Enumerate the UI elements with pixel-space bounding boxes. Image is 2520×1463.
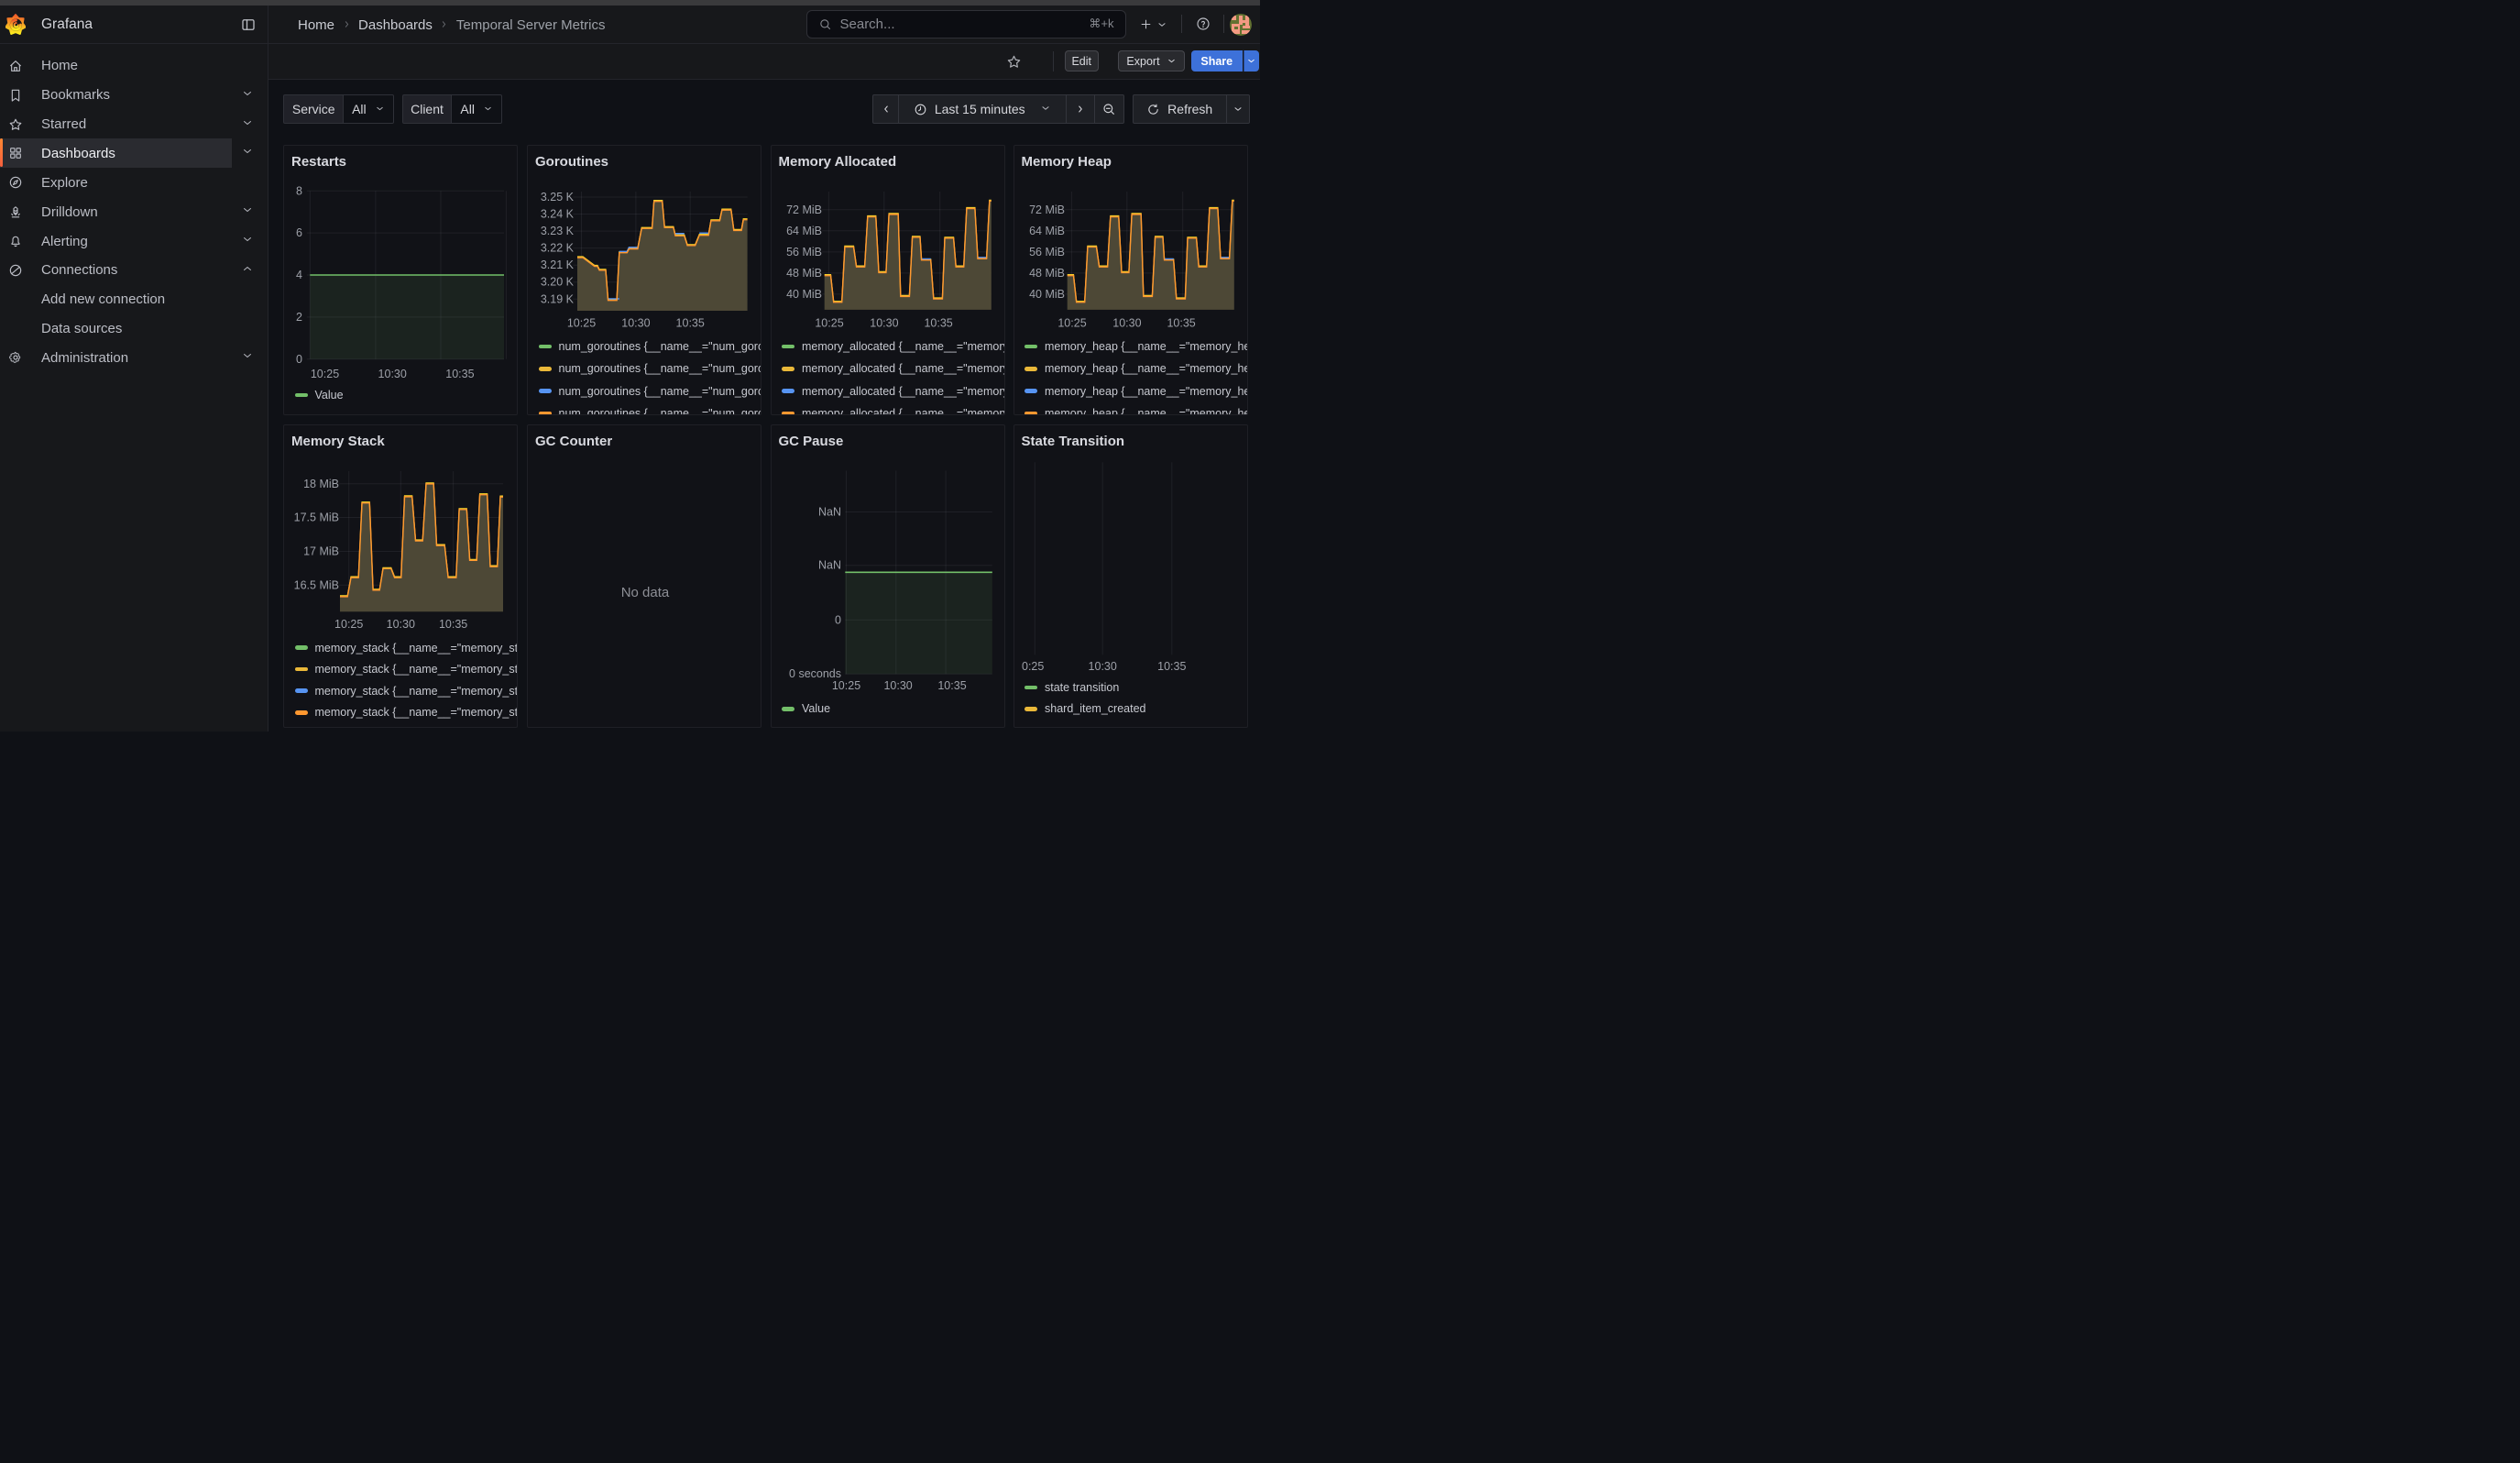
svg-text:10:35: 10:35 (439, 618, 467, 631)
svg-text:10:25: 10:25 (334, 618, 363, 631)
svg-text:0: 0 (835, 613, 841, 626)
svg-text:48 MiB: 48 MiB (1029, 266, 1065, 279)
svg-text:10:35: 10:35 (1157, 660, 1186, 673)
svg-text:10:30: 10:30 (378, 367, 407, 380)
svg-text:16.5 MiB: 16.5 MiB (294, 578, 339, 591)
svg-text:3.23 K: 3.23 K (541, 225, 575, 237)
svg-text:10:30: 10:30 (387, 618, 415, 631)
svg-text:40 MiB: 40 MiB (1029, 287, 1065, 300)
svg-text:3.25 K: 3.25 K (541, 191, 575, 204)
svg-text:10:35: 10:35 (445, 367, 474, 380)
svg-text:10:25: 10:25 (831, 678, 860, 691)
svg-text:3.24 K: 3.24 K (541, 207, 575, 220)
svg-text:48 MiB: 48 MiB (786, 266, 822, 279)
svg-text:40 MiB: 40 MiB (786, 287, 822, 300)
svg-text:10:35: 10:35 (676, 316, 705, 329)
svg-text:3.21 K: 3.21 K (541, 258, 575, 271)
svg-text:2: 2 (296, 310, 302, 323)
svg-text:10:30: 10:30 (1112, 316, 1141, 329)
svg-text:18 MiB: 18 MiB (303, 477, 339, 490)
svg-text:72 MiB: 72 MiB (786, 203, 822, 215)
svg-text:NaN: NaN (817, 558, 840, 571)
svg-text:10:35: 10:35 (924, 316, 952, 329)
svg-text:17.5 MiB: 17.5 MiB (294, 511, 339, 523)
svg-text:10:25: 10:25 (1057, 316, 1086, 329)
svg-text:3.22 K: 3.22 K (541, 241, 575, 254)
svg-text:10:25: 10:25 (815, 316, 843, 329)
svg-text:0: 0 (296, 352, 302, 365)
svg-text:8: 8 (296, 184, 302, 197)
svg-text:6: 6 (296, 226, 302, 239)
svg-text:10:30: 10:30 (883, 678, 912, 691)
svg-text:10:35: 10:35 (1167, 316, 1195, 329)
svg-text:3.19 K: 3.19 K (541, 292, 575, 305)
svg-text:10:35: 10:35 (937, 678, 966, 691)
svg-text:64 MiB: 64 MiB (786, 224, 822, 236)
svg-text:0:25: 0:25 (1022, 660, 1044, 673)
svg-text:10:30: 10:30 (870, 316, 898, 329)
svg-text:10:25: 10:25 (567, 316, 596, 329)
svg-text:56 MiB: 56 MiB (1029, 245, 1065, 258)
svg-text:72 MiB: 72 MiB (1029, 203, 1065, 215)
svg-text:4: 4 (296, 269, 302, 281)
svg-text:64 MiB: 64 MiB (1029, 224, 1065, 236)
svg-text:17 MiB: 17 MiB (303, 544, 339, 557)
svg-text:10:30: 10:30 (1088, 660, 1116, 673)
svg-text:10:25: 10:25 (311, 367, 339, 380)
svg-text:NaN: NaN (817, 505, 840, 518)
svg-text:3.20 K: 3.20 K (541, 275, 575, 288)
svg-text:56 MiB: 56 MiB (786, 245, 822, 258)
svg-text:10:30: 10:30 (621, 316, 650, 329)
